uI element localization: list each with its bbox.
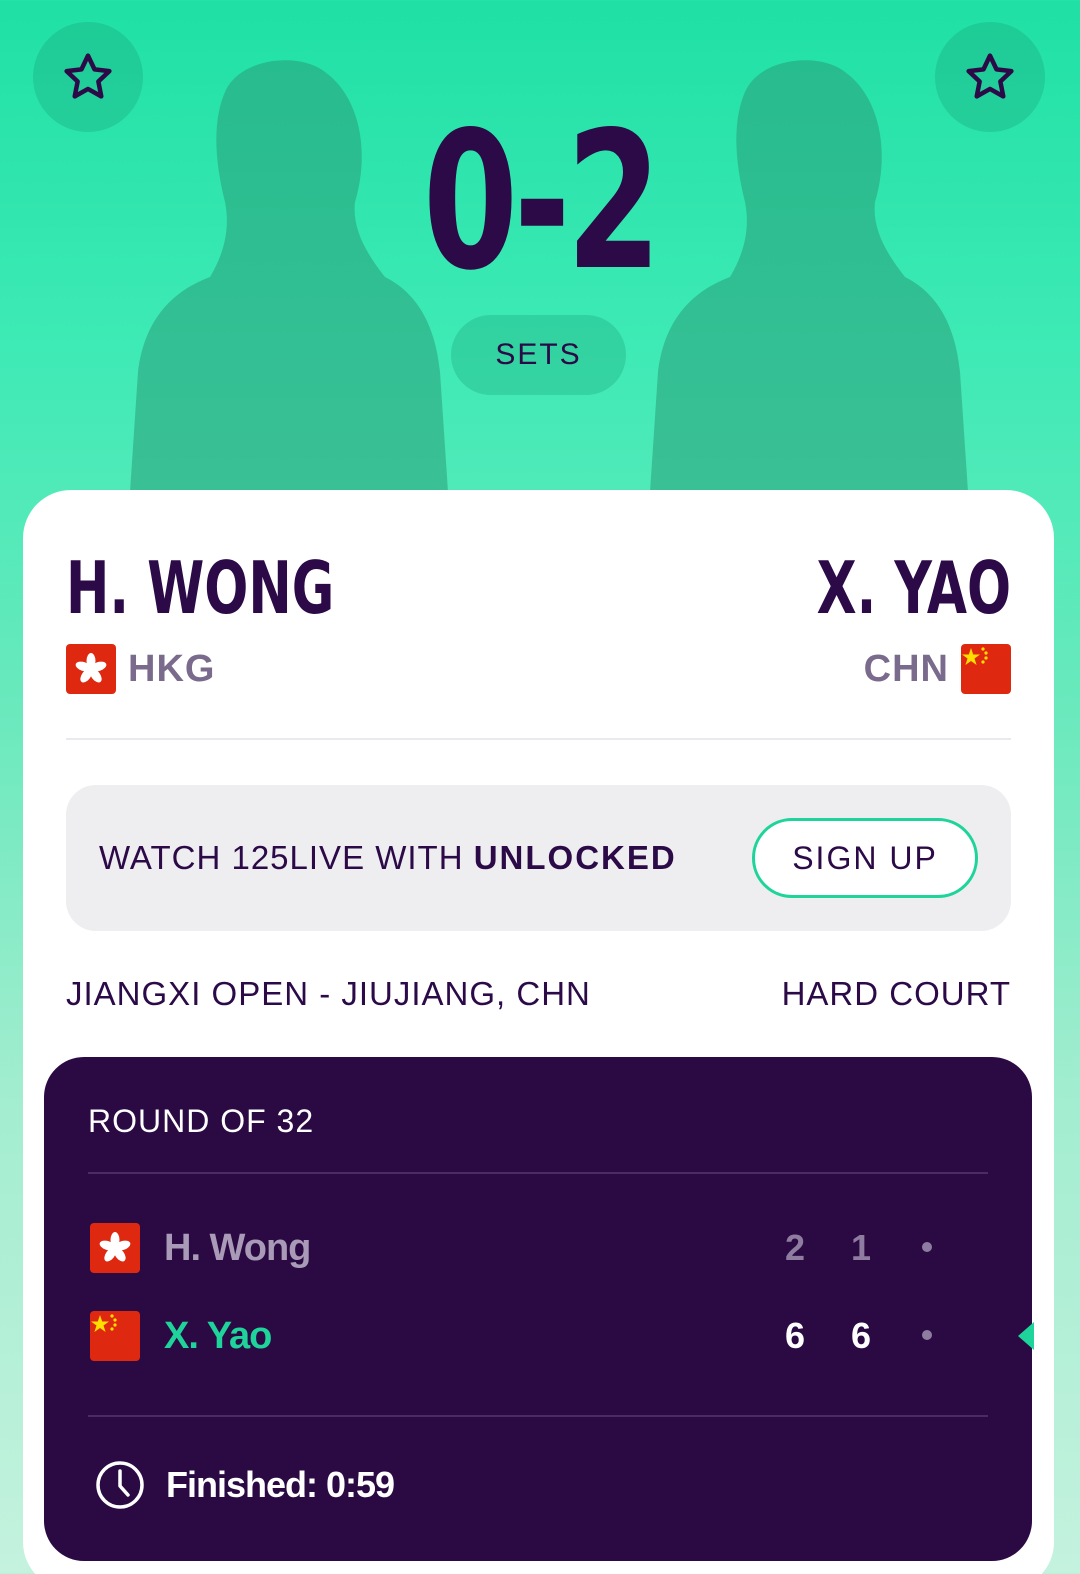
player-left-country: HKG	[66, 644, 215, 694]
player-name: H. Wong	[164, 1226, 311, 1269]
clock-icon	[96, 1461, 144, 1509]
round-label: ROUND OF 32	[88, 1103, 315, 1139]
set-scores: 6 6	[762, 1315, 960, 1357]
set-score: 0-2	[422, 91, 662, 312]
player-left-name: H. WONG	[66, 546, 335, 630]
sign-up-button[interactable]: SIGN UP	[752, 818, 978, 898]
star-icon	[966, 53, 1014, 99]
hkg-flag-icon	[90, 1223, 140, 1273]
set-1-score: 2	[784, 1227, 806, 1268]
promo-text: WATCH 125LIVE WITH UNLOCKED	[99, 839, 677, 877]
star-icon	[64, 53, 112, 99]
set-scores: 2 1	[762, 1227, 960, 1269]
court-surface: HARD COURT	[781, 975, 1011, 1012]
promo-text-prefix: WATCH 125LIVE WITH	[99, 839, 474, 876]
set-3-empty-dot	[894, 1239, 960, 1257]
match-scoreboard[interactable]: ROUND OF 32 H. Wong 2 1 X. Yao 6 6 Finis…	[44, 1057, 1034, 1561]
scoreboard-row-player-2: X. Yao 6 6	[90, 1310, 990, 1362]
hkg-flag-icon	[66, 644, 116, 694]
promo-banner: WATCH 125LIVE WITH UNLOCKED SIGN UP	[66, 785, 1011, 931]
player-right-country: CHN	[864, 644, 1011, 694]
chn-flag-icon	[90, 1311, 140, 1361]
winner-indicator	[1018, 1322, 1034, 1350]
set-2-score: 1	[850, 1227, 872, 1268]
favorite-right-button[interactable]	[935, 22, 1045, 132]
match-hero: 0-2 SETS	[0, 0, 1080, 500]
country-code: HKG	[128, 647, 216, 690]
set-1-score: 6	[784, 1315, 806, 1356]
chn-flag-icon	[961, 644, 1011, 694]
divider	[88, 1172, 988, 1174]
favorite-left-button[interactable]	[33, 22, 143, 132]
match-status-text: Finished: 0:59	[166, 1464, 395, 1505]
promo-text-bold: UNLOCKED	[473, 839, 677, 876]
player-name: X. Yao	[164, 1314, 272, 1357]
score-unit-pill: SETS	[451, 315, 626, 395]
player-right-name: X. YAO	[816, 546, 1011, 630]
match-status: Finished: 0:59	[94, 1459, 395, 1511]
tournament-name: JIANGXI OPEN - JIUJIANG, CHN	[66, 975, 591, 1012]
set-2-score: 6	[850, 1315, 872, 1356]
scoreboard-row-player-1: H. Wong 2 1	[90, 1222, 990, 1274]
divider	[88, 1415, 988, 1417]
set-3-empty-dot	[894, 1327, 960, 1345]
divider	[66, 738, 1011, 740]
country-code: CHN	[863, 647, 949, 690]
